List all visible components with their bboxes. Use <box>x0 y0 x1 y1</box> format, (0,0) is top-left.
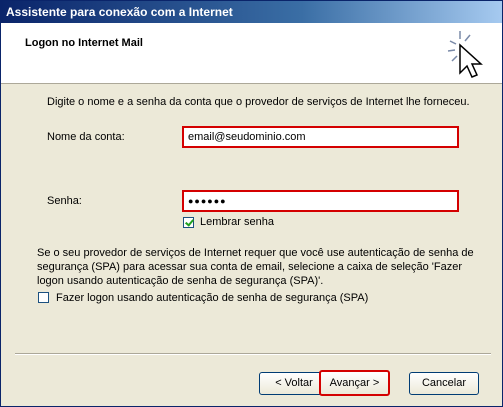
wizard-window: Assistente para conexão com a Internet L… <box>0 0 503 407</box>
page-title: Logon no Internet Mail <box>25 37 143 49</box>
spa-checkbox-label[interactable]: Fazer logon usando autenticação de senha… <box>56 292 368 304</box>
wizard-sparkle-cursor-icon <box>447 31 483 78</box>
account-name-input[interactable]: email@seudominio.com <box>182 126 459 148</box>
password-input[interactable]: ●●●●●● <box>182 190 459 212</box>
password-label: Senha: <box>47 195 82 207</box>
cancel-button[interactable]: Cancelar <box>409 372 479 395</box>
account-name-value: email@seudominio.com <box>188 131 306 143</box>
button-separator <box>15 353 491 355</box>
password-value: ●●●●●● <box>188 196 227 206</box>
account-name-label: Nome da conta: <box>47 131 125 143</box>
wizard-header: Logon no Internet Mail <box>1 23 502 84</box>
intro-text: Digite o nome e a senha da conta que o p… <box>47 96 470 108</box>
remember-password-label[interactable]: Lembrar senha <box>200 216 274 228</box>
next-button[interactable]: Avançar > <box>319 370 390 396</box>
title-bar: Assistente para conexão com a Internet <box>1 1 502 23</box>
spa-checkbox[interactable] <box>38 292 49 303</box>
remember-password-checkbox[interactable] <box>183 217 194 228</box>
window-title: Assistente para conexão com a Internet <box>6 5 233 19</box>
spa-description: Se o seu provedor de serviços de Interne… <box>37 247 474 287</box>
